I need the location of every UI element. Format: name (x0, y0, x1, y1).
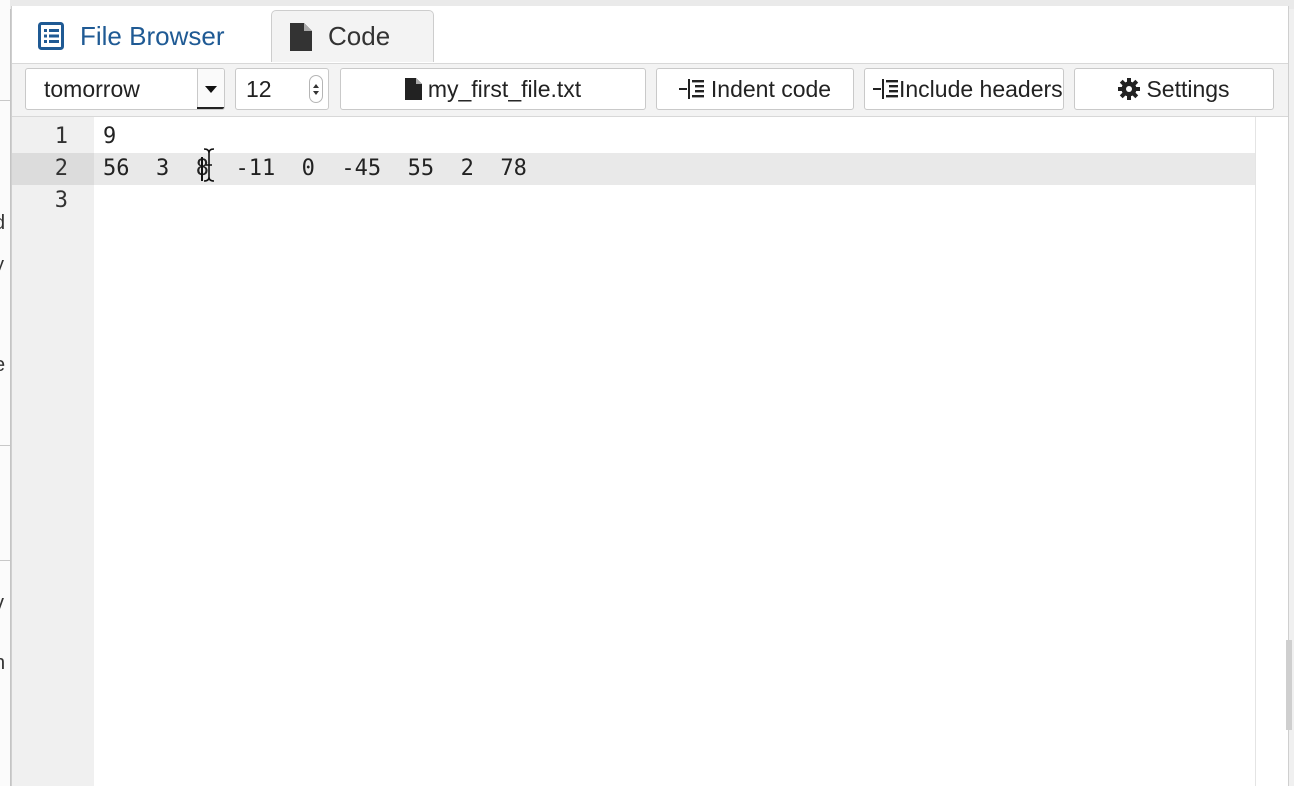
tab-bar: File Browser Code (12, 6, 1288, 63)
code-editor-panel: File Browser Code tomorrow 12 my_first_f… (11, 6, 1289, 786)
file-icon (290, 22, 312, 51)
file-name-label: my_first_file.txt (427, 75, 582, 102)
line-text: 9 (103, 124, 117, 149)
tab-label: Code (328, 21, 391, 51)
tab-label: File Browser (80, 20, 225, 51)
list-icon (38, 22, 64, 50)
font-size-stepper[interactable]: 12 (235, 68, 329, 110)
theme-select[interactable]: tomorrow (25, 68, 225, 110)
file-name-button[interactable]: my_first_file.txt (340, 68, 646, 110)
spinner-arrows-icon[interactable] (309, 75, 323, 103)
edge-text-fragment: e (0, 354, 5, 377)
edge-text-fragment: d (0, 212, 5, 235)
editor-toolbar: tomorrow 12 my_first_file.txt Indent cod… (12, 63, 1288, 117)
settings-label: Settings (1146, 75, 1230, 102)
indent-icon (678, 78, 705, 100)
code-editor[interactable]: 1 9 2 56 3 8 -11 0 -45 55 2 78 3 (12, 117, 1274, 786)
edge-text-fragment: y (0, 254, 4, 277)
theme-select-value: tomorrow (44, 75, 140, 102)
include-headers-label: Include headers (899, 75, 1063, 102)
code-line[interactable]: 1 9 (12, 121, 1255, 153)
indent-icon (873, 78, 899, 100)
line-number: 2 (12, 153, 94, 185)
indent-code-label: Indent code (710, 75, 832, 102)
outer-scrollbar-thumb[interactable] (1286, 640, 1292, 730)
line-number-gutter (12, 117, 94, 786)
file-icon (404, 78, 422, 100)
line-number: 3 (54, 188, 68, 213)
tab-file-browser[interactable]: File Browser (20, 10, 270, 62)
include-headers-button[interactable]: Include headers (864, 68, 1064, 110)
select-underline (197, 107, 224, 109)
settings-button[interactable]: Settings (1074, 68, 1274, 110)
line-text: 56 3 8 -11 0 -45 55 2 78 (103, 156, 527, 181)
edge-divider (0, 100, 10, 101)
edge-text-fragment: n (0, 652, 5, 675)
vertical-scrollbar[interactable] (1255, 117, 1274, 786)
gear-icon (1118, 78, 1141, 100)
tab-code[interactable]: Code (271, 10, 434, 62)
edge-text-fragment: v (0, 592, 4, 615)
code-line[interactable]: 3 (12, 185, 1255, 217)
line-number: 1 (54, 124, 68, 149)
i-beam-cursor-icon (203, 148, 215, 182)
font-size-value: 12 (246, 75, 272, 102)
chevron-down-icon (197, 69, 224, 109)
code-line-active[interactable]: 2 56 3 8 -11 0 -45 55 2 78 (12, 153, 1255, 185)
edge-divider (0, 560, 10, 561)
background-window-edge: l d y e v n (0, 0, 11, 786)
edge-divider (0, 445, 10, 446)
indent-code-button[interactable]: Indent code (656, 68, 854, 110)
